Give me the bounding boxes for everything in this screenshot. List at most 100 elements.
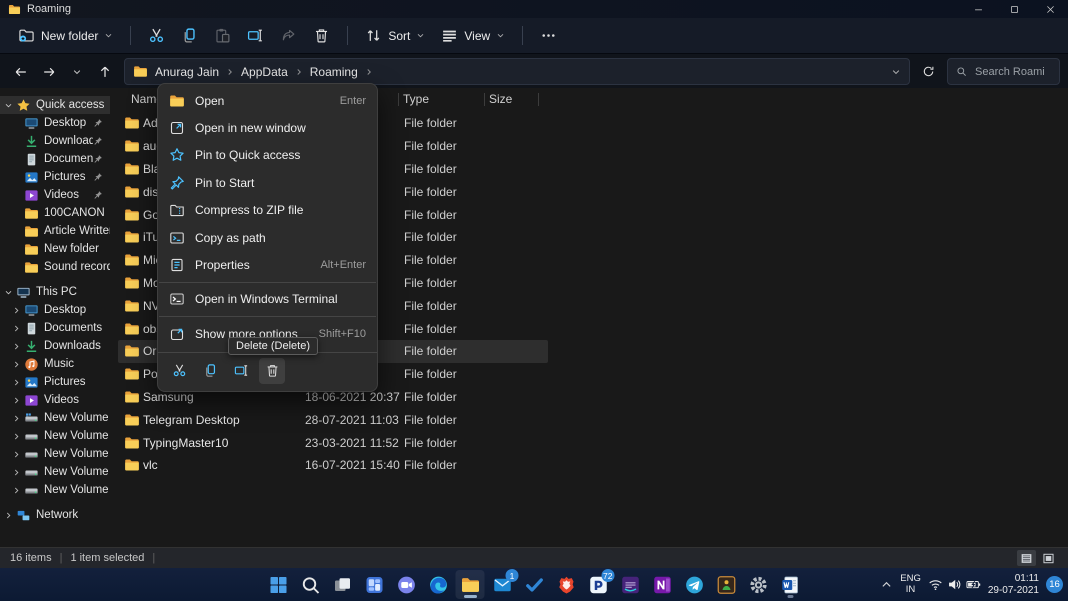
menu-item-pin-start[interactable]: Pin to Start <box>162 169 373 196</box>
share-button[interactable] <box>272 22 305 50</box>
sidebar-item-article-written[interactable]: Article Written <box>0 222 110 240</box>
sidebar-item-downloads[interactable]: Downloads <box>0 132 110 150</box>
taskbar-settings-button[interactable] <box>744 570 773 599</box>
chevron-right-icon[interactable] <box>12 449 24 459</box>
delete-button[interactable] <box>305 22 338 50</box>
menu-item-copy-as-path[interactable]: Copy as path <box>162 224 373 251</box>
breadcrumb[interactable]: Anurag Jain AppData Roaming <box>124 58 910 85</box>
breadcrumb-item[interactable]: AppData <box>241 65 303 79</box>
chevron-right-icon[interactable] <box>12 359 24 369</box>
taskbar-start-button[interactable] <box>264 570 293 599</box>
chevron-right-icon[interactable] <box>12 413 24 423</box>
sidebar-item-volume-f[interactable]: New Volume (F:) <box>0 463 110 481</box>
sidebar-item-pc-music[interactable]: Music <box>0 355 110 373</box>
taskbar-task-view-button[interactable] <box>328 570 357 599</box>
minimize-button[interactable] <box>960 0 996 18</box>
tray-status-icons[interactable] <box>928 577 981 592</box>
sidebar-item-pc-downloads[interactable]: Downloads <box>0 337 110 355</box>
taskbar-todo-button[interactable] <box>520 570 549 599</box>
sort-button[interactable]: Sort <box>357 22 433 50</box>
taskbar-brave-button[interactable] <box>552 570 581 599</box>
taskbar-word-button[interactable] <box>776 570 805 599</box>
menu-delete-button[interactable] <box>259 358 285 384</box>
sidebar-item-pc-videos[interactable]: Videos <box>0 391 110 409</box>
clock[interactable]: 01:11 29-07-2021 <box>988 573 1039 597</box>
sidebar-item-documents[interactable]: Documents <box>0 150 110 168</box>
breadcrumb-item[interactable]: Roaming <box>310 65 373 79</box>
menu-copy-button[interactable] <box>197 358 223 384</box>
menu-item-pin-quick-access[interactable]: Pin to Quick access <box>162 142 373 169</box>
menu-item-properties[interactable]: Properties Alt+Enter <box>162 251 373 278</box>
language-indicator[interactable]: ENG IN <box>900 574 921 595</box>
new-folder-button[interactable]: New folder <box>10 22 121 50</box>
more-options-button[interactable] <box>532 22 565 50</box>
large-icons-view-button[interactable] <box>1039 550 1058 566</box>
sidebar-item-100canon[interactable]: 100CANON <box>0 204 110 222</box>
sidebar-item-desktop[interactable]: Desktop <box>0 114 110 132</box>
chevron-right-icon[interactable] <box>12 305 24 315</box>
cut-button[interactable] <box>140 22 173 50</box>
sidebar-item-new-folder[interactable]: New folder <box>0 240 110 258</box>
back-button[interactable] <box>8 59 33 84</box>
copy-button[interactable] <box>173 22 206 50</box>
taskbar-edge-button[interactable] <box>424 570 453 599</box>
taskbar-telegram-button[interactable] <box>680 570 709 599</box>
column-header-type[interactable]: Type <box>399 88 484 110</box>
up-button[interactable] <box>92 59 117 84</box>
sidebar-item-pc-documents[interactable]: Documents <box>0 319 110 337</box>
column-header-size[interactable]: Size <box>485 88 538 110</box>
chevron-down-icon[interactable] <box>891 67 901 77</box>
chevron-right-icon[interactable] <box>12 341 24 351</box>
chevron-down-icon[interactable] <box>4 100 16 110</box>
sidebar-item-sound-recordings[interactable]: Sound recordings <box>0 258 110 276</box>
taskbar-paytm-button[interactable]: 72 <box>584 570 613 599</box>
chevron-right-icon[interactable] <box>12 377 24 387</box>
maximize-button[interactable] <box>996 0 1032 18</box>
search-input[interactable] <box>973 65 1047 79</box>
close-button[interactable] <box>1032 0 1068 18</box>
sidebar-item-this-pc[interactable]: This PC <box>0 283 110 301</box>
refresh-button[interactable] <box>916 59 941 84</box>
sidebar-item-network[interactable]: Network <box>0 506 110 524</box>
sidebar-item-videos[interactable]: Videos <box>0 186 110 204</box>
menu-item-open-windows-terminal[interactable]: Open in Windows Terminal <box>162 286 373 313</box>
recent-locations-button[interactable] <box>64 59 89 84</box>
rename-button[interactable] <box>239 22 272 50</box>
menu-cut-button[interactable] <box>166 358 192 384</box>
taskbar-idm-button[interactable] <box>712 570 741 599</box>
chevron-right-icon[interactable] <box>12 395 24 405</box>
taskbar-mail-button[interactable]: 1 <box>488 570 517 599</box>
hidden-icons-button[interactable] <box>880 578 893 591</box>
menu-separator[interactable] <box>159 316 376 317</box>
breadcrumb-item[interactable]: Anurag Jain <box>155 65 234 79</box>
chevron-right-icon[interactable] <box>12 431 24 441</box>
menu-item-open[interactable]: Open Enter <box>162 87 373 114</box>
sidebar-item-quick-access[interactable]: Quick access <box>0 96 110 114</box>
vlc[interactable]: vlc 16-07-2021 15:40 File folder <box>118 454 548 477</box>
TypingMaster10[interactable]: TypingMaster10 23-03-2021 11:52 File fol… <box>118 431 548 454</box>
sidebar-item-pictures[interactable]: Pictures <box>0 168 110 186</box>
sidebar-item-volume-c[interactable]: New Volume (C:) <box>0 409 110 427</box>
sidebar-item-volume-e[interactable]: New Volume (E:) <box>0 445 110 463</box>
notification-count-badge[interactable]: 16 <box>1046 576 1063 593</box>
menu-rename-button[interactable] <box>228 358 254 384</box>
sidebar-item-pc-desktop[interactable]: Desktop <box>0 301 110 319</box>
details-view-button[interactable] <box>1017 550 1036 566</box>
chevron-right-icon[interactable] <box>12 485 24 495</box>
chevron-down-icon[interactable] <box>4 287 16 297</box>
taskbar-chat-button[interactable] <box>392 570 421 599</box>
chevron-right-icon[interactable] <box>12 467 24 477</box>
paste-button[interactable] <box>206 22 239 50</box>
Telegram Desktop[interactable]: Telegram Desktop 28-07-2021 11:03 File f… <box>118 408 548 431</box>
menu-item-open-new-window[interactable]: Open in new window <box>162 114 373 141</box>
column-divider[interactable] <box>538 93 539 106</box>
chevron-right-icon[interactable] <box>4 510 16 520</box>
sidebar-item-volume-d[interactable]: New Volume (D:) <box>0 427 110 445</box>
taskbar-file-explorer-button[interactable] <box>456 570 485 599</box>
taskbar-amazon-music-button[interactable] <box>616 570 645 599</box>
forward-button[interactable] <box>36 59 61 84</box>
chevron-right-icon[interactable] <box>12 323 24 333</box>
taskbar-widgets-button[interactable] <box>360 570 389 599</box>
menu-separator[interactable] <box>159 282 376 283</box>
view-button[interactable]: View <box>433 22 513 50</box>
